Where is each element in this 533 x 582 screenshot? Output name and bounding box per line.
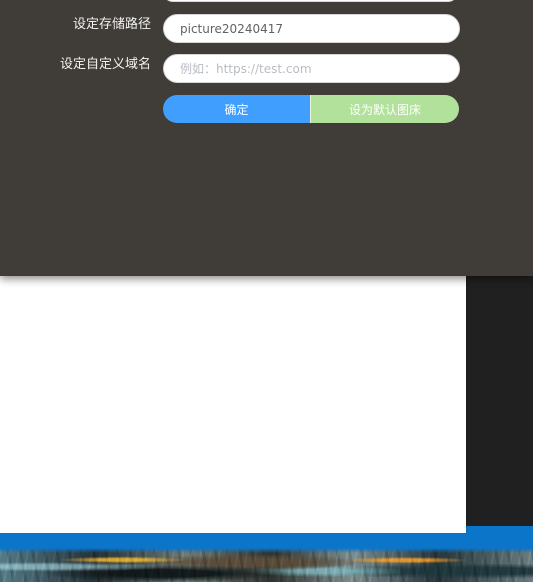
storage-path-field[interactable]: [163, 14, 460, 43]
storage-path-input[interactable]: [164, 15, 459, 42]
set-default-image-host-button[interactable]: 设为默认图床: [310, 95, 459, 123]
previous-field-edge: [163, 0, 458, 2]
custom-domain-input[interactable]: [164, 55, 459, 82]
storage-path-label: 设定存储路径: [72, 17, 151, 32]
dark-side-panel: [466, 276, 533, 526]
settings-screen: 设定存储路径 设定自定义域名 确定 设为默认图床: [0, 0, 533, 582]
scenic-background-image: [0, 548, 533, 582]
custom-domain-label: 设定自定义域名: [59, 57, 151, 72]
image-hosting-settings-panel: 设定存储路径 设定自定义域名 确定 设为默认图床: [0, 0, 533, 276]
settings-actions: 确定 设为默认图床: [163, 95, 459, 123]
white-content-area: [0, 276, 466, 533]
confirm-button[interactable]: 确定: [163, 95, 310, 123]
custom-domain-field[interactable]: [163, 54, 460, 83]
